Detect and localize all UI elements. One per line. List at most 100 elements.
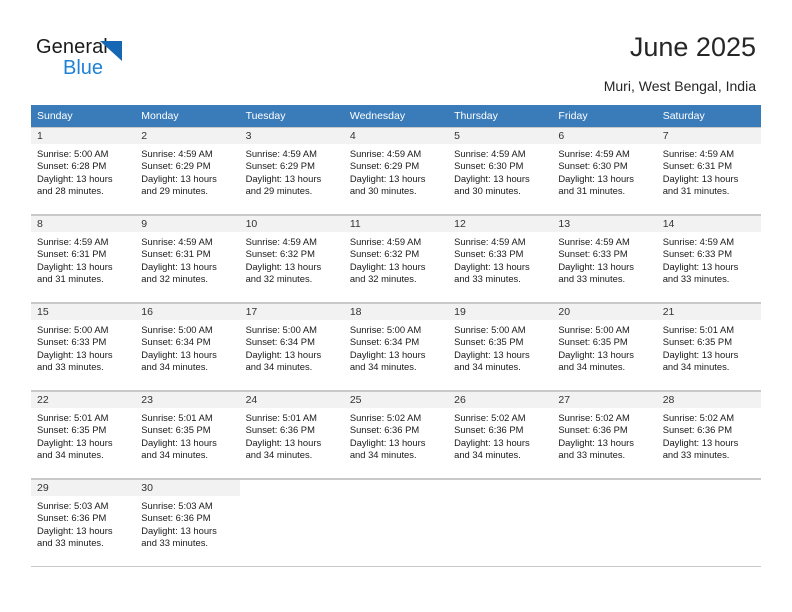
sunrise-text: Sunrise: 5:02 AM	[454, 412, 526, 423]
calendar-day-cell[interactable]: 11 Sunrise: 4:59 AM Sunset: 6:32 PM Dayl…	[343, 215, 449, 303]
calendar-day-cell[interactable]: 30 Sunrise: 5:03 AM Sunset: 6:36 PM Dayl…	[135, 479, 240, 567]
sunset-text: Sunset: 6:31 PM	[662, 160, 732, 172]
sunrise-text: Sunrise: 4:59 AM	[349, 148, 422, 159]
calendar-day-cell[interactable]: 16 Sunrise: 5:00 AM Sunset: 6:34 PM Dayl…	[135, 303, 240, 391]
day-cell-inner: 26 Sunrise: 5:02 AM Sunset: 6:36 PM Dayl…	[448, 391, 553, 479]
calendar-day-cell-empty	[448, 479, 553, 567]
daylight-text-line1: Daylight: 13 hours	[37, 524, 113, 536]
sunrise-text: Sunrise: 5:00 AM	[37, 324, 109, 335]
calendar-day-cell-empty	[239, 479, 344, 567]
calendar-week-row: 8 Sunrise: 4:59 AM Sunset: 6:31 PM Dayli…	[31, 215, 761, 303]
day-number: 17	[239, 304, 344, 320]
day-number: 2	[135, 128, 240, 144]
sunset-text: Sunset: 6:28 PM	[37, 160, 107, 172]
calendar-day-cell[interactable]: 18 Sunrise: 5:00 AM Sunset: 6:34 PM Dayl…	[343, 303, 449, 391]
day-cell-inner: 28 Sunrise: 5:02 AM Sunset: 6:36 PM Dayl…	[656, 391, 761, 479]
day-details: Sunrise: 5:03 AM Sunset: 6:36 PM Dayligh…	[135, 496, 239, 550]
day-number: 23	[135, 392, 240, 408]
day-details: Sunrise: 5:01 AM Sunset: 6:35 PM Dayligh…	[31, 408, 135, 462]
sunrise-text: Sunrise: 5:01 AM	[141, 412, 213, 423]
calendar-day-cell[interactable]: 5 Sunrise: 4:59 AM Sunset: 6:30 PM Dayli…	[448, 127, 553, 215]
day-number: 18	[343, 304, 449, 320]
day-details: Sunrise: 4:59 AM Sunset: 6:31 PM Dayligh…	[31, 232, 135, 286]
day-cell-inner: 14 Sunrise: 4:59 AM Sunset: 6:33 PM Dayl…	[656, 215, 761, 303]
day-details: Sunrise: 4:59 AM Sunset: 6:31 PM Dayligh…	[135, 232, 239, 286]
calendar-day-cell[interactable]: 20 Sunrise: 5:00 AM Sunset: 6:35 PM Dayl…	[552, 303, 657, 391]
sunrise-text: Sunrise: 5:02 AM	[558, 412, 630, 423]
daylight-text-line2: and 34 minutes.	[454, 361, 521, 373]
calendar-day-cell[interactable]: 17 Sunrise: 5:00 AM Sunset: 6:34 PM Dayl…	[239, 303, 344, 391]
logo-triangle-icon	[100, 41, 122, 61]
sunrise-text: Sunrise: 5:03 AM	[37, 500, 109, 511]
calendar-day-cell[interactable]: 23 Sunrise: 5:01 AM Sunset: 6:35 PM Dayl…	[135, 391, 240, 479]
calendar-day-cell[interactable]: 25 Sunrise: 5:02 AM Sunset: 6:36 PM Dayl…	[343, 391, 449, 479]
calendar-day-cell[interactable]: 29 Sunrise: 5:03 AM Sunset: 6:36 PM Dayl…	[31, 479, 136, 567]
sunset-text: Sunset: 6:36 PM	[662, 424, 732, 436]
sunrise-text: Sunrise: 5:01 AM	[662, 324, 735, 335]
general-blue-logo[interactable]: General Blue	[36, 36, 156, 82]
calendar-day-cell[interactable]: 12 Sunrise: 4:59 AM Sunset: 6:33 PM Dayl…	[448, 215, 553, 303]
day-number: 24	[239, 392, 344, 408]
daylight-text-line1: Daylight: 13 hours	[349, 260, 426, 272]
daylight-text-line2: and 34 minutes.	[141, 361, 208, 373]
daylight-text-line1: Daylight: 13 hours	[37, 260, 113, 272]
weekday-header-saturday: Saturday	[656, 105, 761, 127]
sunset-text: Sunset: 6:29 PM	[349, 160, 420, 172]
calendar-day-cell[interactable]: 15 Sunrise: 5:00 AM Sunset: 6:33 PM Dayl…	[31, 303, 136, 391]
daylight-text-line2: and 34 minutes.	[662, 361, 730, 373]
day-number: 9	[135, 216, 240, 232]
day-details: Sunrise: 4:59 AM Sunset: 6:32 PM Dayligh…	[240, 232, 344, 286]
daylight-text-line1: Daylight: 13 hours	[349, 172, 426, 184]
calendar-day-cell[interactable]: 9 Sunrise: 4:59 AM Sunset: 6:31 PM Dayli…	[135, 215, 240, 303]
sunrise-text: Sunrise: 4:59 AM	[349, 236, 422, 247]
sunrise-text: Sunrise: 5:02 AM	[349, 412, 422, 423]
calendar-day-cell[interactable]: 6 Sunrise: 4:59 AM Sunset: 6:30 PM Dayli…	[552, 127, 657, 215]
calendar-week-row: 1 Sunrise: 5:00 AM Sunset: 6:28 PM Dayli…	[31, 127, 761, 215]
calendar-day-cell[interactable]: 28 Sunrise: 5:02 AM Sunset: 6:36 PM Dayl…	[656, 391, 761, 479]
sunrise-text: Sunrise: 5:00 AM	[245, 324, 317, 335]
calendar-day-cell[interactable]: 27 Sunrise: 5:02 AM Sunset: 6:36 PM Dayl…	[552, 391, 657, 479]
calendar-body: 1 Sunrise: 5:00 AM Sunset: 6:28 PM Dayli…	[31, 127, 761, 567]
page-header: General Blue June 2025 Muri, West Bengal…	[0, 0, 792, 104]
calendar-day-cell[interactable]: 26 Sunrise: 5:02 AM Sunset: 6:36 PM Dayl…	[448, 391, 553, 479]
sunrise-text: Sunrise: 5:01 AM	[37, 412, 109, 423]
calendar-day-cell[interactable]: 8 Sunrise: 4:59 AM Sunset: 6:31 PM Dayli…	[31, 215, 136, 303]
calendar-day-cell[interactable]: 7 Sunrise: 4:59 AM Sunset: 6:31 PM Dayli…	[656, 127, 761, 215]
day-number: 29	[31, 480, 136, 496]
daylight-text-line2: and 34 minutes.	[454, 449, 521, 461]
day-cell-inner: 24 Sunrise: 5:01 AM Sunset: 6:36 PM Dayl…	[239, 391, 344, 479]
day-number: 19	[448, 304, 553, 320]
calendar-day-cell[interactable]: 22 Sunrise: 5:01 AM Sunset: 6:35 PM Dayl…	[31, 391, 136, 479]
day-cell-inner-empty	[448, 479, 553, 567]
daylight-text-line2: and 31 minutes.	[37, 273, 104, 285]
day-details: Sunrise: 4:59 AM Sunset: 6:31 PM Dayligh…	[657, 144, 761, 198]
calendar-day-cell[interactable]: 10 Sunrise: 4:59 AM Sunset: 6:32 PM Dayl…	[239, 215, 344, 303]
sunset-text: Sunset: 6:30 PM	[558, 160, 628, 172]
sunrise-text: Sunrise: 4:59 AM	[141, 148, 213, 159]
sunset-text: Sunset: 6:34 PM	[141, 336, 211, 348]
calendar-day-cell[interactable]: 14 Sunrise: 4:59 AM Sunset: 6:33 PM Dayl…	[656, 215, 761, 303]
daylight-text-line1: Daylight: 13 hours	[141, 348, 217, 360]
calendar-day-cell[interactable]: 13 Sunrise: 4:59 AM Sunset: 6:33 PM Dayl…	[552, 215, 657, 303]
sunset-text: Sunset: 6:36 PM	[245, 424, 315, 436]
calendar-day-cell[interactable]: 2 Sunrise: 4:59 AM Sunset: 6:29 PM Dayli…	[135, 127, 240, 215]
calendar-day-cell[interactable]: 3 Sunrise: 4:59 AM Sunset: 6:29 PM Dayli…	[239, 127, 344, 215]
sunrise-text: Sunrise: 4:59 AM	[245, 148, 317, 159]
calendar-day-cell[interactable]: 4 Sunrise: 4:59 AM Sunset: 6:29 PM Dayli…	[343, 127, 449, 215]
calendar-day-cell[interactable]: 1 Sunrise: 5:00 AM Sunset: 6:28 PM Dayli…	[31, 127, 136, 215]
calendar-day-cell[interactable]: 19 Sunrise: 5:00 AM Sunset: 6:35 PM Dayl…	[448, 303, 553, 391]
day-number: 26	[448, 392, 553, 408]
calendar-day-cell[interactable]: 24 Sunrise: 5:01 AM Sunset: 6:36 PM Dayl…	[239, 391, 344, 479]
day-details: Sunrise: 5:00 AM Sunset: 6:33 PM Dayligh…	[31, 320, 135, 374]
sunrise-text: Sunrise: 4:59 AM	[558, 236, 630, 247]
day-number	[239, 480, 344, 496]
daylight-text-line2: and 33 minutes.	[662, 449, 730, 461]
daylight-text-line1: Daylight: 13 hours	[662, 436, 739, 448]
calendar-day-cell[interactable]: 21 Sunrise: 5:01 AM Sunset: 6:35 PM Dayl…	[656, 303, 761, 391]
day-cell-inner: 12 Sunrise: 4:59 AM Sunset: 6:33 PM Dayl…	[448, 215, 553, 303]
sunset-text: Sunset: 6:33 PM	[662, 248, 732, 260]
day-cell-inner: 27 Sunrise: 5:02 AM Sunset: 6:36 PM Dayl…	[552, 391, 657, 479]
sunrise-text: Sunrise: 5:00 AM	[558, 324, 630, 335]
day-number	[552, 480, 657, 496]
day-details: Sunrise: 5:00 AM Sunset: 6:35 PM Dayligh…	[448, 320, 552, 374]
